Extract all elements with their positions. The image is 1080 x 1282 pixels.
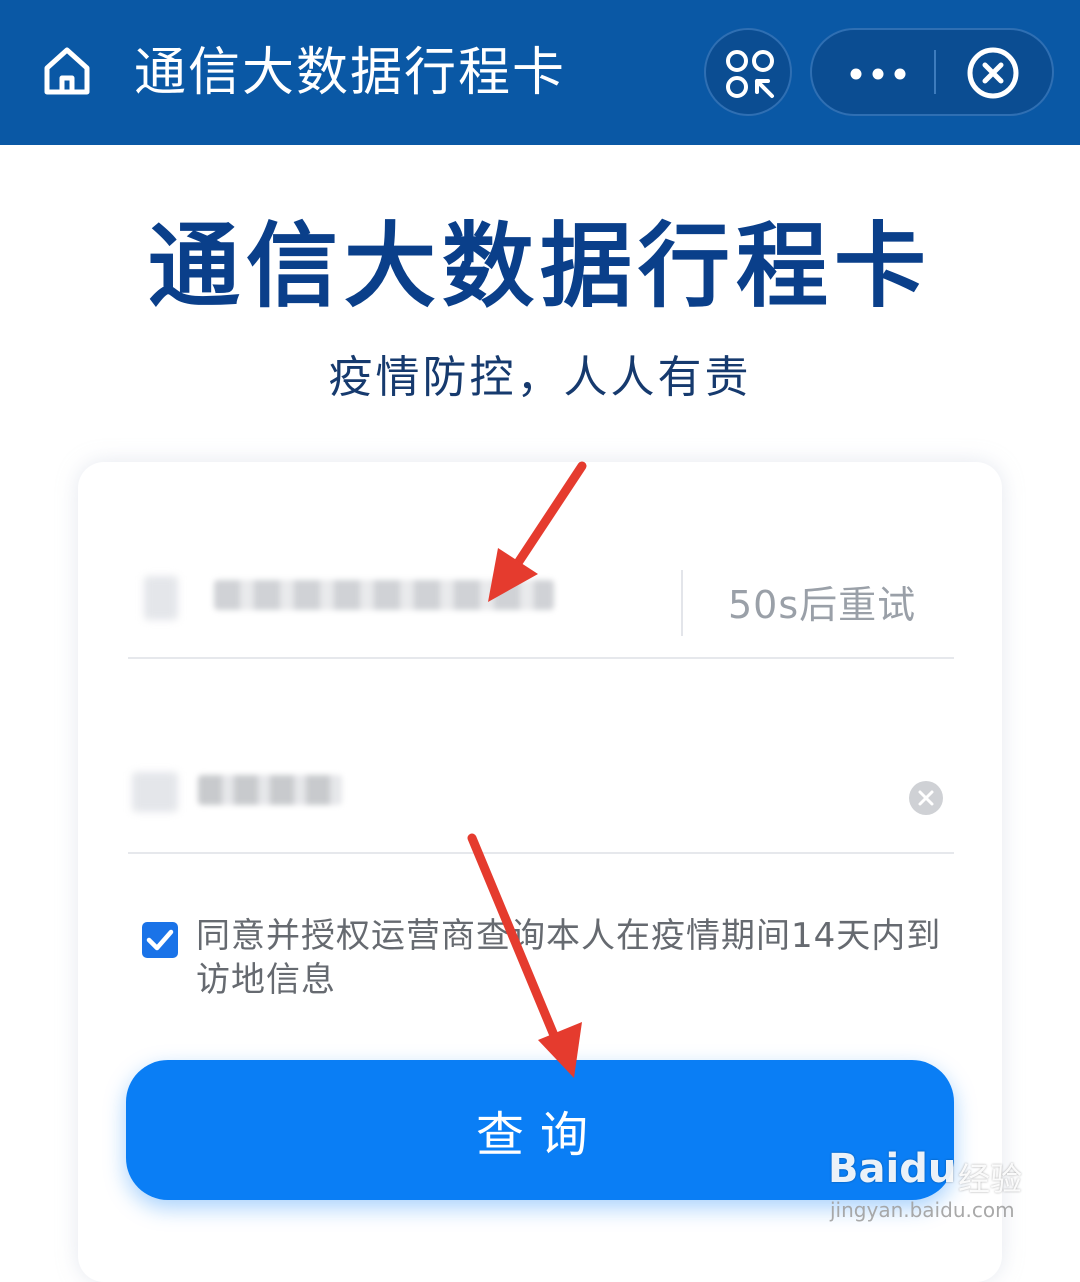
page-title: 通信大数据行程卡 [147,213,932,320]
watermark-suffix: 经验 [958,1160,1023,1198]
top-navigation-bar: 通信大数据行程卡 [0,0,1080,145]
phone-prefix-icon [144,576,178,620]
phone-input[interactable] [214,580,554,610]
retry-countdown[interactable]: 50s后重试 [728,580,916,630]
home-icon[interactable] [38,42,96,100]
app-title: 通信大数据行程卡 [134,43,567,103]
more-icon[interactable] [848,56,908,92]
scan-button[interactable] [704,28,792,116]
code-underline [128,852,954,854]
watermark-url: jingyan.baidu.com [830,1198,1015,1222]
agreement-checkbox[interactable] [142,922,178,958]
watermark-brand-du: du [899,1146,957,1192]
capsule-divider [934,50,936,94]
input-divider [681,570,683,636]
agreement-text: 同意并授权运营商查询本人在疫情期间14天内到访地信息 [196,916,942,1000]
page-subtitle: 疫情防控，人人有责 [328,352,752,403]
check-icon [146,929,174,951]
phone-underline [128,657,954,659]
code-prefix-icon [132,772,178,812]
close-icon[interactable] [966,46,1020,100]
scan-icon [726,50,774,98]
baidu-watermark: Baidu 经验 jingyan.baidu.com [828,1132,1028,1232]
verification-code-input[interactable] [198,775,342,805]
capsule-menu [810,28,1054,116]
clear-icon[interactable] [908,780,944,816]
watermark-brand: Bai [828,1146,900,1192]
